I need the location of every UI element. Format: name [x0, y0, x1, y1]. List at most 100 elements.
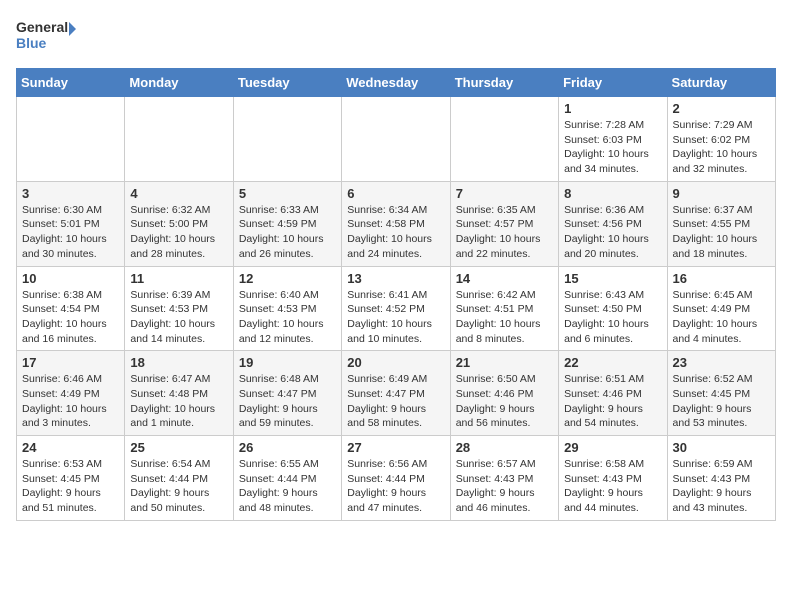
- day-number: 10: [22, 271, 119, 286]
- calendar-cell: 23Sunrise: 6:52 AM Sunset: 4:45 PM Dayli…: [667, 351, 775, 436]
- calendar-cell: 1 Sunrise: 7:28 AM Sunset: 6:03 PM Daylig…: [559, 97, 667, 182]
- header-cell-wednesday: Wednesday: [342, 69, 450, 97]
- calendar-cell: 5 Sunrise: 6:33 AM Sunset: 4:59 PM Daylig…: [233, 181, 341, 266]
- calendar-week-4: 17 Sunrise: 6:46 AM Sunset: 4:49 PM Dayli…: [17, 351, 776, 436]
- day-number: 30: [673, 440, 770, 455]
- header-cell-sunday: Sunday: [17, 69, 125, 97]
- day-number: 27: [347, 440, 444, 455]
- day-info: Sunrise: 6:42 AM Sunset: 4:51 PM Dayligh…: [456, 288, 553, 347]
- day-info: Sunrise: 6:46 AM Sunset: 4:49 PM Dayligh…: [22, 372, 119, 431]
- calendar-cell: 22Sunrise: 6:51 AM Sunset: 4:46 PM Dayli…: [559, 351, 667, 436]
- calendar-cell: 18 Sunrise: 6:47 AM Sunset: 4:48 PM Dayli…: [125, 351, 233, 436]
- day-number: 26: [239, 440, 336, 455]
- calendar-cell: 24Sunrise: 6:53 AM Sunset: 4:45 PM Dayli…: [17, 436, 125, 521]
- calendar-cell: 26Sunrise: 6:55 AM Sunset: 4:44 PM Dayli…: [233, 436, 341, 521]
- svg-text:General: General: [16, 19, 68, 35]
- header-cell-saturday: Saturday: [667, 69, 775, 97]
- day-number: 16: [673, 271, 770, 286]
- day-number: 18: [130, 355, 227, 370]
- calendar-cell: 6Sunrise: 6:34 AM Sunset: 4:58 PM Daylig…: [342, 181, 450, 266]
- day-info: Sunrise: 6:36 AM Sunset: 4:56 PM Dayligh…: [564, 203, 661, 262]
- day-info: Sunrise: 6:30 AM Sunset: 5:01 PM Dayligh…: [22, 203, 119, 262]
- day-number: 7: [456, 186, 553, 201]
- day-info: Sunrise: 6:54 AM Sunset: 4:44 PM Dayligh…: [130, 457, 227, 516]
- header-cell-friday: Friday: [559, 69, 667, 97]
- day-number: 8: [564, 186, 661, 201]
- day-number: 17: [22, 355, 119, 370]
- calendar-header: SundayMondayTuesdayWednesdayThursdayFrid…: [17, 69, 776, 97]
- day-number: 3: [22, 186, 119, 201]
- calendar-cell: 21Sunrise: 6:50 AM Sunset: 4:46 PM Dayli…: [450, 351, 558, 436]
- day-number: 2: [673, 101, 770, 116]
- calendar-cell: 2 Sunrise: 7:29 AM Sunset: 6:02 PM Daylig…: [667, 97, 775, 182]
- calendar-cell: [450, 97, 558, 182]
- calendar-week-5: 24Sunrise: 6:53 AM Sunset: 4:45 PM Dayli…: [17, 436, 776, 521]
- day-number: 25: [130, 440, 227, 455]
- day-number: 5: [239, 186, 336, 201]
- calendar-cell: [125, 97, 233, 182]
- day-info: Sunrise: 6:52 AM Sunset: 4:45 PM Dayligh…: [673, 372, 770, 431]
- day-info: Sunrise: 6:43 AM Sunset: 4:50 PM Dayligh…: [564, 288, 661, 347]
- day-number: 14: [456, 271, 553, 286]
- calendar-cell: 20Sunrise: 6:49 AM Sunset: 4:47 PM Dayli…: [342, 351, 450, 436]
- day-info: Sunrise: 7:29 AM Sunset: 6:02 PM Dayligh…: [673, 118, 770, 177]
- day-info: Sunrise: 6:56 AM Sunset: 4:44 PM Dayligh…: [347, 457, 444, 516]
- logo-svg: General Blue: [16, 16, 76, 56]
- calendar-cell: 12 Sunrise: 6:40 AM Sunset: 4:53 PM Dayli…: [233, 266, 341, 351]
- calendar-cell: [17, 97, 125, 182]
- calendar-cell: 4 Sunrise: 6:32 AM Sunset: 5:00 PM Daylig…: [125, 181, 233, 266]
- page-header: General Blue: [16, 16, 776, 56]
- day-number: 13: [347, 271, 444, 286]
- day-info: Sunrise: 6:57 AM Sunset: 4:43 PM Dayligh…: [456, 457, 553, 516]
- day-info: Sunrise: 6:40 AM Sunset: 4:53 PM Dayligh…: [239, 288, 336, 347]
- calendar-cell: 11 Sunrise: 6:39 AM Sunset: 4:53 PM Dayli…: [125, 266, 233, 351]
- calendar-cell: 3 Sunrise: 6:30 AM Sunset: 5:01 PM Daylig…: [17, 181, 125, 266]
- calendar-week-1: 1 Sunrise: 7:28 AM Sunset: 6:03 PM Daylig…: [17, 97, 776, 182]
- day-number: 12: [239, 271, 336, 286]
- calendar-table: SundayMondayTuesdayWednesdayThursdayFrid…: [16, 68, 776, 521]
- header-cell-monday: Monday: [125, 69, 233, 97]
- calendar-cell: 10 Sunrise: 6:38 AM Sunset: 4:54 PM Dayli…: [17, 266, 125, 351]
- day-info: Sunrise: 6:33 AM Sunset: 4:59 PM Dayligh…: [239, 203, 336, 262]
- calendar-cell: 19Sunrise: 6:48 AM Sunset: 4:47 PM Dayli…: [233, 351, 341, 436]
- calendar-cell: [233, 97, 341, 182]
- calendar-cell: 9Sunrise: 6:37 AM Sunset: 4:55 PM Daylig…: [667, 181, 775, 266]
- calendar-cell: 30 Sunrise: 6:59 AM Sunset: 4:43 PM Dayli…: [667, 436, 775, 521]
- day-info: Sunrise: 6:59 AM Sunset: 4:43 PM Dayligh…: [673, 457, 770, 516]
- calendar-cell: 14 Sunrise: 6:42 AM Sunset: 4:51 PM Dayli…: [450, 266, 558, 351]
- svg-text:Blue: Blue: [16, 35, 47, 51]
- calendar-cell: 17 Sunrise: 6:46 AM Sunset: 4:49 PM Dayli…: [17, 351, 125, 436]
- day-number: 4: [130, 186, 227, 201]
- logo: General Blue: [16, 16, 76, 56]
- day-info: Sunrise: 6:39 AM Sunset: 4:53 PM Dayligh…: [130, 288, 227, 347]
- calendar-body: 1 Sunrise: 7:28 AM Sunset: 6:03 PM Daylig…: [17, 97, 776, 521]
- day-number: 9: [673, 186, 770, 201]
- day-number: 28: [456, 440, 553, 455]
- calendar-cell: 29 Sunrise: 6:58 AM Sunset: 4:43 PM Dayli…: [559, 436, 667, 521]
- day-number: 1: [564, 101, 661, 116]
- day-info: Sunrise: 6:41 AM Sunset: 4:52 PM Dayligh…: [347, 288, 444, 347]
- calendar-cell: 25 Sunrise: 6:54 AM Sunset: 4:44 PM Dayli…: [125, 436, 233, 521]
- day-number: 11: [130, 271, 227, 286]
- day-info: Sunrise: 6:50 AM Sunset: 4:46 PM Dayligh…: [456, 372, 553, 431]
- day-number: 29: [564, 440, 661, 455]
- calendar-cell: 7Sunrise: 6:35 AM Sunset: 4:57 PM Daylig…: [450, 181, 558, 266]
- day-info: Sunrise: 7:28 AM Sunset: 6:03 PM Dayligh…: [564, 118, 661, 177]
- day-info: Sunrise: 6:58 AM Sunset: 4:43 PM Dayligh…: [564, 457, 661, 516]
- day-info: Sunrise: 6:38 AM Sunset: 4:54 PM Dayligh…: [22, 288, 119, 347]
- header-row: SundayMondayTuesdayWednesdayThursdayFrid…: [17, 69, 776, 97]
- calendar-cell: 27 Sunrise: 6:56 AM Sunset: 4:44 PM Dayli…: [342, 436, 450, 521]
- calendar-cell: 28 Sunrise: 6:57 AM Sunset: 4:43 PM Dayli…: [450, 436, 558, 521]
- calendar-cell: 16 Sunrise: 6:45 AM Sunset: 4:49 PM Dayli…: [667, 266, 775, 351]
- day-info: Sunrise: 6:45 AM Sunset: 4:49 PM Dayligh…: [673, 288, 770, 347]
- header-cell-thursday: Thursday: [450, 69, 558, 97]
- day-number: 24: [22, 440, 119, 455]
- day-number: 20: [347, 355, 444, 370]
- day-info: Sunrise: 6:32 AM Sunset: 5:00 PM Dayligh…: [130, 203, 227, 262]
- day-info: Sunrise: 6:47 AM Sunset: 4:48 PM Dayligh…: [130, 372, 227, 431]
- day-number: 22: [564, 355, 661, 370]
- day-info: Sunrise: 6:34 AM Sunset: 4:58 PM Dayligh…: [347, 203, 444, 262]
- calendar-cell: [342, 97, 450, 182]
- calendar-cell: 13 Sunrise: 6:41 AM Sunset: 4:52 PM Dayli…: [342, 266, 450, 351]
- calendar-cell: 8 Sunrise: 6:36 AM Sunset: 4:56 PM Daylig…: [559, 181, 667, 266]
